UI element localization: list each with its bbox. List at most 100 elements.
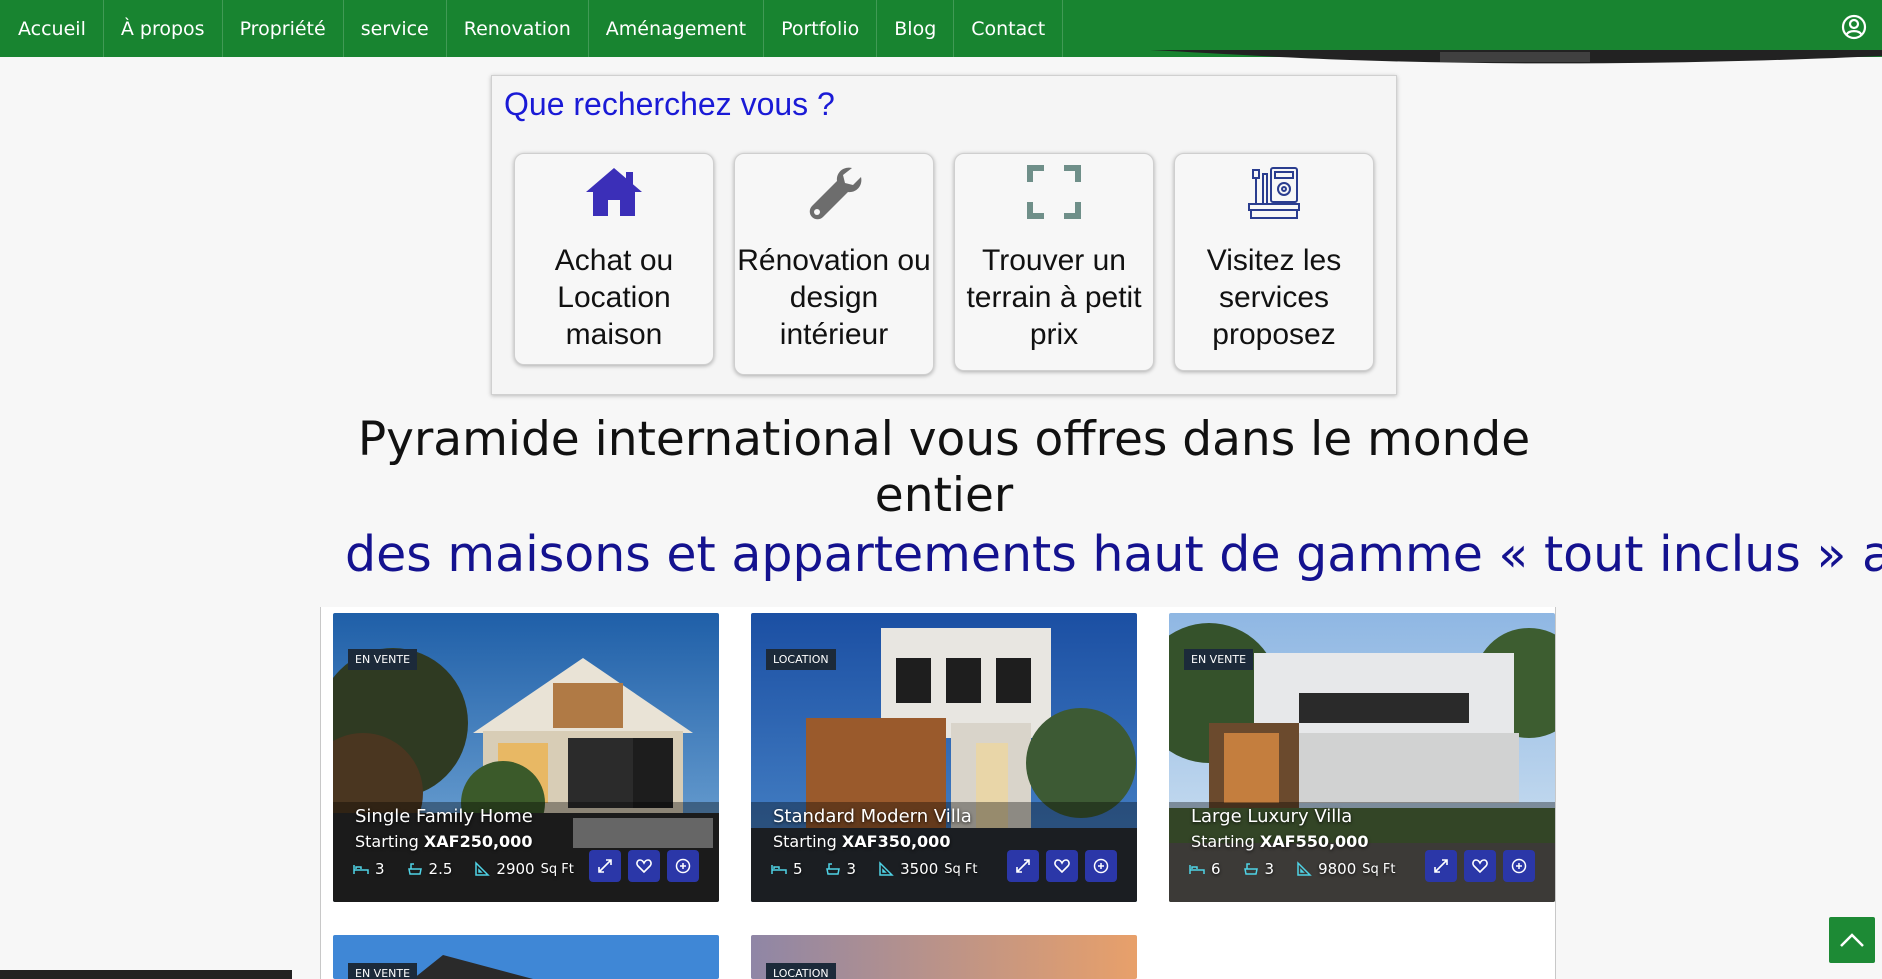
listing-actions xyxy=(1007,850,1117,882)
price-value: XAF350,000 xyxy=(841,832,951,851)
price-prefix: Starting xyxy=(355,832,419,851)
wrench-icon xyxy=(809,167,862,220)
card-label: Achat ou Location maison xyxy=(554,244,674,351)
nav-item-a-propos[interactable]: À propos xyxy=(104,0,223,57)
expand-icon xyxy=(1016,859,1030,873)
bed-icon xyxy=(771,865,787,874)
area-icon xyxy=(1297,861,1312,876)
listing-price: Starting XAF250,000 xyxy=(355,832,532,851)
expand-frame-icon xyxy=(1027,165,1081,219)
listing-title[interactable]: Large Luxury Villa xyxy=(1191,806,1352,827)
bath-icon xyxy=(1243,863,1258,875)
listing-price: Starting XAF550,000 xyxy=(1191,832,1368,851)
price-prefix: Starting xyxy=(773,832,837,851)
beds-count: 5 xyxy=(793,860,803,878)
price-value: XAF250,000 xyxy=(423,832,533,851)
add-compare-button[interactable] xyxy=(1503,850,1535,882)
listings-section: EN VENTE Single Family Home Starting XAF… xyxy=(320,607,1556,979)
card-services[interactable]: Visitez les services proposez xyxy=(1174,153,1374,371)
favorite-button[interactable] xyxy=(1046,850,1078,882)
area-value: 3500 xyxy=(900,860,939,878)
baths-count: 2.5 xyxy=(428,860,453,878)
nav-item-accueil[interactable]: Accueil xyxy=(0,0,104,57)
baths-count: 3 xyxy=(846,860,857,878)
house-icon xyxy=(586,168,642,216)
heart-icon xyxy=(636,859,652,873)
listing-meta: 3 2.5 2900 Sq Ft xyxy=(353,860,574,878)
area-value: 9800 xyxy=(1318,860,1357,878)
bed-icon xyxy=(353,865,369,874)
area-unit: Sq Ft xyxy=(540,861,574,877)
listing-meta: 6 3 9800 Sq Ft xyxy=(1189,860,1396,878)
expand-icon xyxy=(598,859,612,873)
price-prefix: Starting xyxy=(1191,832,1255,851)
nav-item-service[interactable]: service xyxy=(344,0,447,57)
nav-item-propriete[interactable]: Propriété xyxy=(223,0,344,57)
listing-title[interactable]: Standard Modern Villa xyxy=(773,806,972,827)
listing-price: Starting XAF350,000 xyxy=(773,832,950,851)
top-navbar: Accueil À propos Propriété service Renov… xyxy=(0,0,1882,57)
card-renovation-design[interactable]: Rénovation ou design intérieur xyxy=(734,153,934,375)
listing-actions xyxy=(1425,850,1535,882)
nav-item-portfolio[interactable]: Portfolio xyxy=(764,0,878,57)
chevron-up-icon xyxy=(1840,933,1864,947)
status-badge: EN VENTE xyxy=(348,963,418,979)
add-compare-button[interactable] xyxy=(667,850,699,882)
scroll-to-top-button[interactable] xyxy=(1829,917,1875,963)
card-terrain[interactable]: Trouver un terrain à petit prix xyxy=(954,153,1154,371)
expand-button[interactable] xyxy=(1007,850,1039,882)
listing-card[interactable]: LOCATION Standard Modern Villa Starting … xyxy=(751,613,1137,902)
nav-item-blog[interactable]: Blog xyxy=(877,0,955,57)
bath-icon xyxy=(407,863,422,875)
plus-circle-icon xyxy=(1511,858,1527,874)
area-value: 2900 xyxy=(496,860,535,878)
bed-icon xyxy=(1189,865,1205,874)
nav-item-renovation[interactable]: Renovation xyxy=(447,0,589,57)
listing-card[interactable]: EN VENTE xyxy=(333,935,719,979)
status-badge: EN VENTE xyxy=(1184,649,1254,670)
tools-panel-icon xyxy=(1248,167,1300,219)
beds-count: 3 xyxy=(375,860,385,878)
price-value: XAF550,000 xyxy=(1259,832,1369,851)
heart-icon xyxy=(1054,859,1070,873)
expand-icon xyxy=(1434,859,1448,873)
nav-item-contact[interactable]: Contact xyxy=(954,0,1064,57)
baths-count: 3 xyxy=(1264,860,1275,878)
status-bar xyxy=(0,970,292,979)
listing-title[interactable]: Single Family Home xyxy=(355,806,533,827)
card-label: Visitez les services proposez xyxy=(1206,244,1342,351)
listing-actions xyxy=(589,850,699,882)
listing-card[interactable]: EN VENTE Single Family Home Starting XAF… xyxy=(333,613,719,902)
area-unit: Sq Ft xyxy=(1362,861,1396,877)
card-label: Rénovation ou design intérieur xyxy=(737,244,931,351)
sub-headline: des maisons et appartements haut de gamm… xyxy=(345,526,1882,583)
heart-icon xyxy=(1472,859,1488,873)
listing-meta: 5 3 3500 Sq Ft xyxy=(771,860,978,878)
expand-button[interactable] xyxy=(1425,850,1457,882)
status-badge: EN VENTE xyxy=(348,649,418,670)
listing-card[interactable]: EN VENTE Large Luxury Villa Starting XAF… xyxy=(1169,613,1555,902)
nav-item-amenagement[interactable]: Aménagement xyxy=(589,0,765,57)
main-headline: Pyramide international vous offres dans … xyxy=(357,412,1531,523)
area-icon xyxy=(475,861,491,876)
nav-menu: Accueil À propos Propriété service Renov… xyxy=(0,0,1064,57)
card-achat-location[interactable]: Achat ou Location maison xyxy=(514,153,714,365)
area-icon xyxy=(879,861,894,876)
plus-circle-icon xyxy=(675,858,691,874)
area-unit: Sq Ft xyxy=(944,861,978,877)
beds-count: 6 xyxy=(1211,860,1221,878)
bath-icon xyxy=(825,863,840,875)
favorite-button[interactable] xyxy=(628,850,660,882)
add-compare-button[interactable] xyxy=(1085,850,1117,882)
user-circle-icon[interactable] xyxy=(1840,13,1868,41)
search-panel: Que recherchez vous ? Achat ou Location … xyxy=(491,75,1397,395)
search-title: Que recherchez vous ? xyxy=(504,86,835,122)
nav-decoration xyxy=(1150,50,1882,64)
status-badge: LOCATION xyxy=(766,963,836,979)
listing-card[interactable]: LOCATION xyxy=(751,935,1137,979)
favorite-button[interactable] xyxy=(1464,850,1496,882)
status-badge: LOCATION xyxy=(766,649,836,670)
expand-button[interactable] xyxy=(589,850,621,882)
card-label: Trouver un terrain à petit prix xyxy=(966,244,1142,351)
plus-circle-icon xyxy=(1093,858,1109,874)
